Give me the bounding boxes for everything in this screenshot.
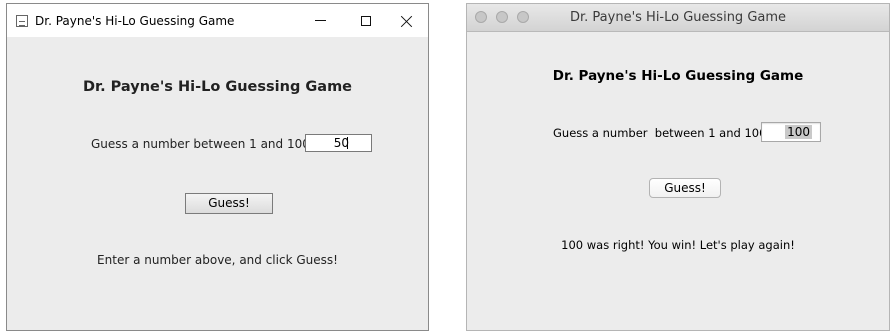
maximize-button[interactable] [343, 4, 389, 37]
minimize-button[interactable] [297, 4, 343, 37]
game-heading: Dr. Payne's Hi-Lo Guessing Game [82, 79, 353, 95]
guess-button[interactable]: Guess! [649, 178, 721, 198]
game-heading: Dr. Payne's Hi-Lo Guessing Game [552, 68, 804, 84]
minimize-icon [314, 20, 326, 21]
guess-input[interactable]: 50 [305, 134, 372, 152]
guess-input[interactable]: 100 [761, 122, 821, 142]
windows-title-bar[interactable]: Dr. Payne's Hi-Lo Guessing Game [7, 4, 428, 37]
close-button[interactable] [384, 4, 430, 37]
guess-prompt-label: Guess a number between 1 and 100: [553, 126, 771, 140]
mac-title-bar[interactable]: Dr. Payne's Hi-Lo Guessing Game [467, 4, 889, 32]
selected-input-text: 100 [785, 125, 812, 139]
java-app-icon[interactable] [16, 15, 28, 27]
maximize-icon [361, 15, 371, 26]
mac-game-window: Dr. Payne's Hi-Lo Guessing Game Dr. Payn… [466, 3, 890, 331]
close-icon [401, 15, 413, 27]
guess-prompt-label: Guess a number between 1 and 100: [91, 137, 314, 151]
guess-button[interactable]: Guess! [185, 193, 273, 214]
windows-game-window: Dr. Payne's Hi-Lo Guessing Game Dr. Payn… [6, 3, 429, 331]
status-message: Enter a number above, and click Guess! [97, 253, 338, 267]
status-message: 100 was right! You win! Let's play again… [561, 238, 795, 252]
mac-window-title: Dr. Payne's Hi-Lo Guessing Game [569, 10, 787, 25]
windows-window-title: Dr. Payne's Hi-Lo Guessing Game [35, 14, 235, 28]
text-caret [347, 137, 348, 149]
